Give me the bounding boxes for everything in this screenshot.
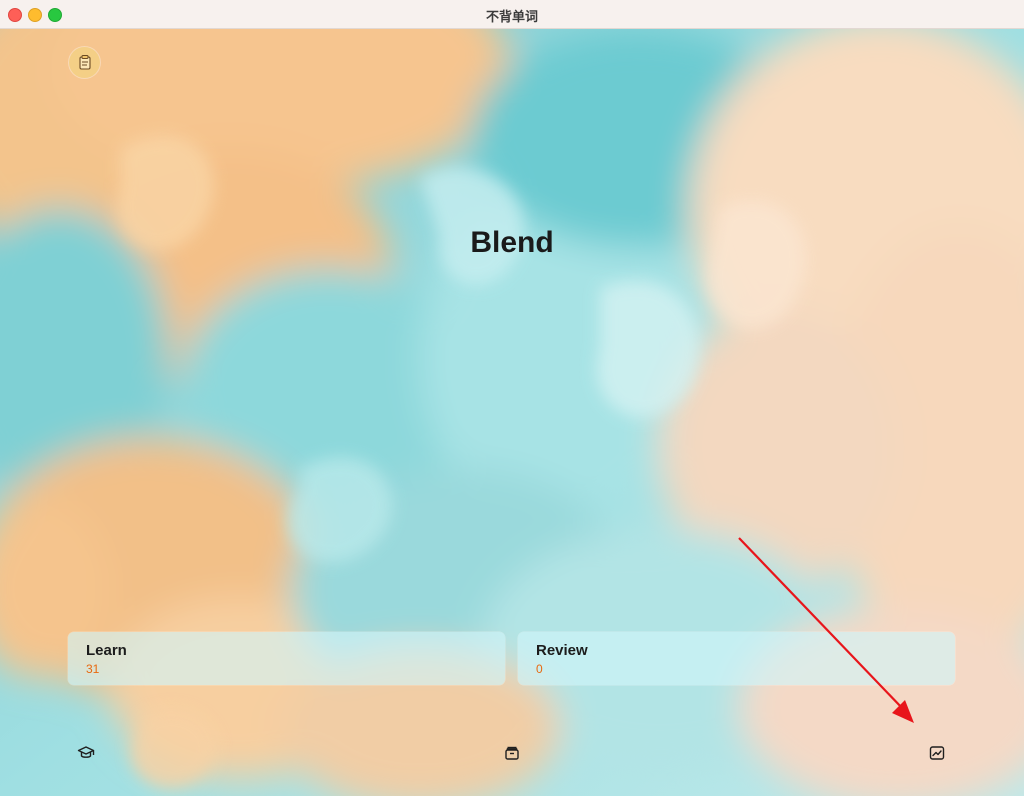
review-count: 0 [536, 662, 543, 676]
chart-icon [929, 746, 945, 760]
word-headline: Blend [470, 226, 554, 259]
learn-card[interactable]: Learn 31 [68, 632, 505, 685]
review-label: Review [536, 642, 588, 659]
graduation-cap-icon [77, 746, 95, 758]
review-card[interactable]: Review 0 [518, 632, 955, 685]
title-bar[interactable]: 不背单词 [0, 0, 1024, 29]
avatar[interactable] [69, 47, 100, 78]
learn-count: 31 [86, 662, 100, 676]
nav-stats-button[interactable] [926, 742, 948, 764]
nav-review-button[interactable] [501, 742, 523, 764]
app-window: 不背单词 Blend Learn 31 Review 0 [0, 0, 1024, 796]
window-title: 不背单词 [485, 10, 538, 25]
tray-icon [505, 746, 519, 760]
learn-label: Learn [86, 642, 127, 659]
scroll-icon [78, 54, 91, 70]
nav-learn-button[interactable] [75, 742, 97, 764]
